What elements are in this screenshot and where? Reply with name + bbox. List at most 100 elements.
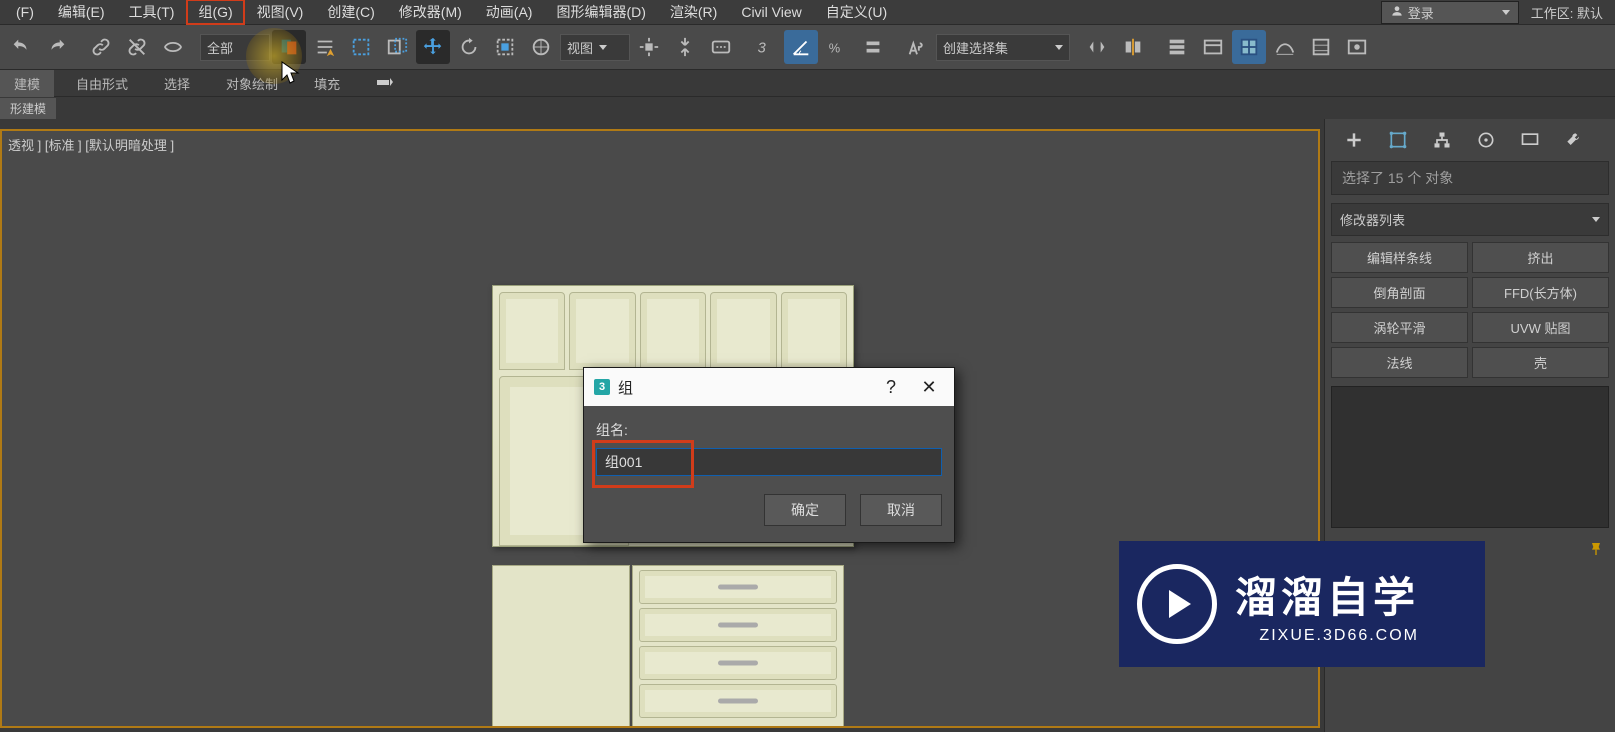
mod-btn-turbosmooth[interactable]: 涡轮平滑 bbox=[1331, 312, 1468, 343]
watermark-title: 溜溜自学 bbox=[1235, 564, 1419, 625]
filter-label: 全部 bbox=[207, 38, 233, 57]
use-pivot-center-button[interactable] bbox=[632, 30, 666, 64]
undo-button[interactable] bbox=[4, 30, 38, 64]
curve-editor-button[interactable] bbox=[1232, 30, 1266, 64]
menu-grapheditors[interactable]: 图形编辑器(D) bbox=[544, 0, 657, 25]
spinner-snap-button[interactable] bbox=[856, 30, 890, 64]
named-sel-dropdown[interactable]: 创建选择集 bbox=[936, 34, 1070, 61]
layer-explorer-button[interactable] bbox=[1160, 30, 1194, 64]
hierarchy-tab[interactable] bbox=[1423, 127, 1461, 153]
chevron-down-icon bbox=[599, 45, 607, 50]
modifier-list-dropdown[interactable]: 修改器列表 bbox=[1331, 203, 1609, 236]
select-object-button[interactable] bbox=[272, 30, 306, 64]
play-icon bbox=[1137, 564, 1217, 644]
app-icon: 3 bbox=[594, 379, 610, 395]
ribbon-collapse[interactable] bbox=[362, 72, 408, 95]
mod-btn-normal[interactable]: 法线 bbox=[1331, 347, 1468, 378]
named-sel-label: 创建选择集 bbox=[943, 38, 1008, 57]
mod-btn-extrude[interactable]: 挤出 bbox=[1472, 242, 1609, 273]
chevron-down-icon bbox=[1502, 10, 1510, 15]
placement-button[interactable] bbox=[524, 30, 558, 64]
modifier-list-label: 修改器列表 bbox=[1340, 210, 1405, 229]
select-by-name-button[interactable] bbox=[308, 30, 342, 64]
rotate-button[interactable] bbox=[452, 30, 486, 64]
chevron-down-icon bbox=[1592, 217, 1600, 222]
bind-space-warp-button[interactable] bbox=[156, 30, 190, 64]
utilities-tab[interactable] bbox=[1555, 127, 1593, 153]
ribbon-tab-populate[interactable]: 填充 bbox=[300, 70, 354, 97]
workspace-label[interactable]: 工作区: 默认 bbox=[1523, 3, 1611, 22]
menu-edit[interactable]: 编辑(E) bbox=[46, 0, 117, 25]
help-button[interactable]: ? bbox=[876, 377, 906, 398]
menu-animation[interactable]: 动画(A) bbox=[474, 0, 545, 25]
move-button[interactable] bbox=[416, 30, 450, 64]
menu-create[interactable]: 创建(C) bbox=[315, 0, 386, 25]
ribbon-tab-modeling[interactable]: 建模 bbox=[0, 70, 54, 97]
schematic-view-button[interactable] bbox=[1268, 30, 1302, 64]
material-editor-button[interactable] bbox=[1304, 30, 1338, 64]
toggle-ribbon-button[interactable] bbox=[1196, 30, 1230, 64]
cancel-button[interactable]: 取消 bbox=[860, 494, 942, 526]
svg-text:3: 3 bbox=[758, 41, 767, 57]
user-icon bbox=[1390, 4, 1404, 21]
menubar: (F) 编辑(E) 工具(T) 组(G) 视图(V) 创建(C) 修改器(M) … bbox=[0, 0, 1615, 25]
align-button[interactable] bbox=[1116, 30, 1150, 64]
menu-customize[interactable]: 自定义(U) bbox=[814, 0, 899, 25]
snap-toggle-button[interactable]: 3 bbox=[748, 30, 782, 64]
angle-snap-button[interactable] bbox=[784, 30, 818, 64]
watermark: 溜溜自学 ZIXUE.3D66.COM bbox=[1119, 541, 1485, 667]
ribbon: 建模 自由形式 选择 对象绘制 填充 bbox=[0, 70, 1615, 97]
chevron-down-icon bbox=[1055, 45, 1063, 50]
menu-file[interactable]: (F) bbox=[4, 1, 46, 23]
window-crossing-button[interactable] bbox=[380, 30, 414, 64]
scale-button[interactable] bbox=[488, 30, 522, 64]
link-button[interactable] bbox=[84, 30, 118, 64]
main-toolbar: 全部 视图 3 % 创建选择集 bbox=[0, 25, 1615, 70]
select-manipulate-button[interactable] bbox=[668, 30, 702, 64]
mod-btn-ffdbox[interactable]: FFD(长方体) bbox=[1472, 277, 1609, 308]
sub-ribbon: 形建模 bbox=[0, 97, 1615, 119]
group-dialog: 3 组 ? ✕ 组名: 确定 取消 bbox=[583, 367, 955, 543]
display-tab[interactable] bbox=[1511, 127, 1549, 153]
menu-modifiers[interactable]: 修改器(M) bbox=[387, 0, 474, 25]
group-name-label: 组名: bbox=[596, 420, 942, 440]
svg-text:%: % bbox=[829, 41, 840, 56]
rect-select-button[interactable] bbox=[344, 30, 378, 64]
menu-group[interactable]: 组(G) bbox=[186, 0, 244, 25]
modifier-stack[interactable] bbox=[1331, 386, 1609, 528]
mod-btn-uvwmap[interactable]: UVW 贴图 bbox=[1472, 312, 1609, 343]
subribbon-polymodel[interactable]: 形建模 bbox=[0, 98, 56, 119]
selection-status: 选择了 15 个 对象 bbox=[1331, 161, 1609, 195]
login-dropdown[interactable]: 登录 bbox=[1381, 1, 1519, 24]
menu-view[interactable]: 视图(V) bbox=[245, 0, 316, 25]
percent-snap-button[interactable]: % bbox=[820, 30, 854, 64]
ref-coord-label: 视图 bbox=[567, 38, 593, 57]
menu-tools[interactable]: 工具(T) bbox=[117, 0, 187, 25]
ribbon-tab-selection[interactable]: 选择 bbox=[150, 70, 204, 97]
close-button[interactable]: ✕ bbox=[914, 377, 944, 398]
redo-button[interactable] bbox=[40, 30, 74, 64]
keyboard-shortcut-button[interactable] bbox=[704, 30, 738, 64]
motion-tab[interactable] bbox=[1467, 127, 1505, 153]
edit-named-sel-button[interactable] bbox=[900, 30, 934, 64]
unlink-button[interactable] bbox=[120, 30, 154, 64]
pin-stack-button[interactable] bbox=[1583, 538, 1609, 560]
group-name-input[interactable] bbox=[596, 448, 942, 476]
watermark-url: ZIXUE.3D66.COM bbox=[1235, 627, 1419, 645]
mod-btn-bevelprofile[interactable]: 倒角剖面 bbox=[1331, 277, 1468, 308]
mod-btn-editspline[interactable]: 编辑样条线 bbox=[1331, 242, 1468, 273]
ref-coord-dropdown[interactable]: 视图 bbox=[560, 34, 630, 61]
selection-filter-dropdown[interactable]: 全部 bbox=[200, 34, 270, 61]
dialog-titlebar[interactable]: 3 组 ? ✕ bbox=[584, 368, 954, 406]
create-tab[interactable] bbox=[1335, 127, 1373, 153]
mirror-button[interactable] bbox=[1080, 30, 1114, 64]
menu-rendering[interactable]: 渲染(R) bbox=[658, 0, 729, 25]
ok-button[interactable]: 确定 bbox=[764, 494, 846, 526]
ribbon-tab-freeform[interactable]: 自由形式 bbox=[62, 70, 142, 97]
render-setup-button[interactable] bbox=[1340, 30, 1374, 64]
modify-tab[interactable] bbox=[1379, 127, 1417, 153]
menu-civilview[interactable]: Civil View bbox=[729, 1, 813, 23]
viewport-label[interactable]: 透视 ] [标准 ] [默认明暗处理 ] bbox=[8, 135, 174, 154]
cursor-icon bbox=[280, 60, 300, 86]
mod-btn-shell[interactable]: 壳 bbox=[1472, 347, 1609, 378]
